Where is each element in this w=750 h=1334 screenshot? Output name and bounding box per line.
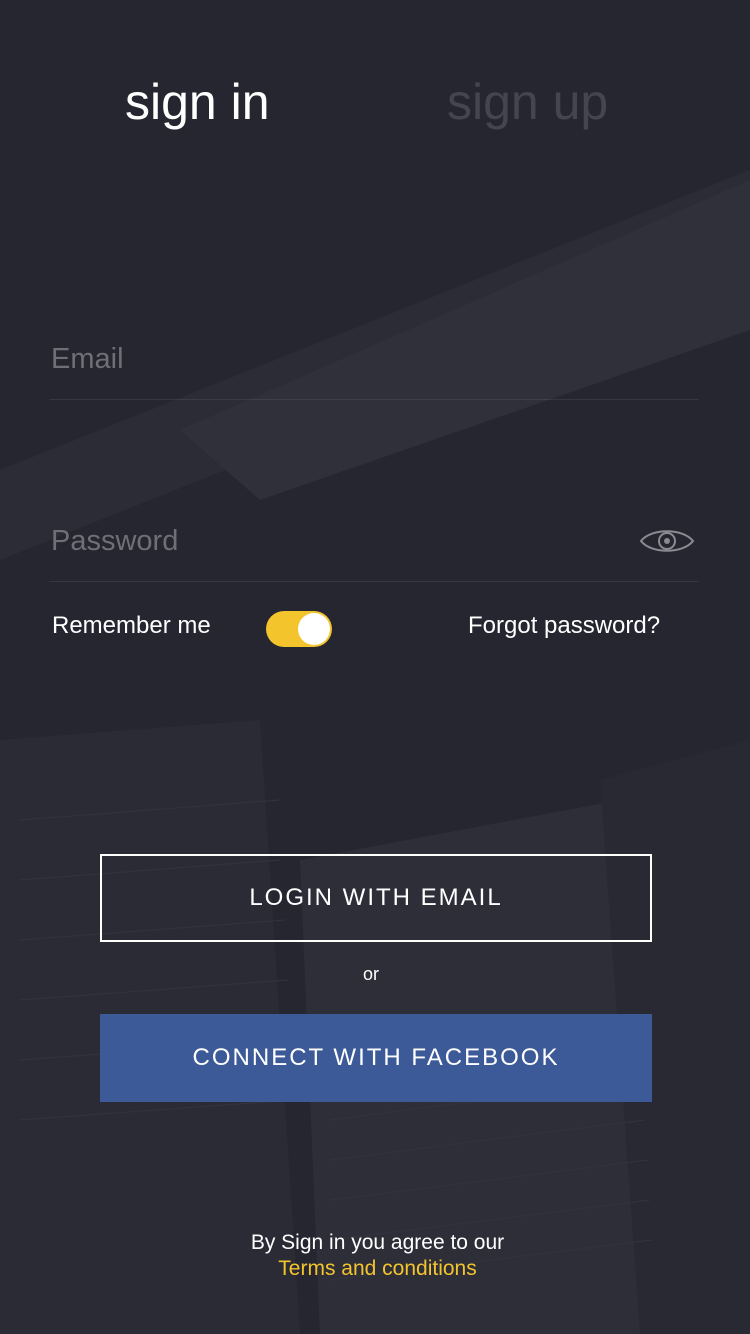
or-separator: or [363, 964, 380, 984]
login-with-email-button[interactable]: LOGIN WITH EMAIL [100, 854, 652, 942]
eye-icon[interactable] [637, 524, 697, 558]
tab-sign-up[interactable]: sign up [447, 72, 608, 132]
email-field [49, 340, 699, 400]
password-input[interactable] [51, 524, 611, 558]
remember-me-switch[interactable] [266, 611, 332, 647]
email-input[interactable] [51, 342, 611, 376]
tab-sign-in[interactable]: sign in [125, 72, 270, 132]
remember-me-label: Remember me [52, 612, 211, 639]
password-field [49, 522, 699, 582]
terms-link[interactable]: Terms and conditions [234, 1256, 521, 1282]
terms-notice: By Sign in you agree to our Terms and co… [234, 1230, 521, 1282]
terms-agree-text: By Sign in you agree to our [250, 1231, 505, 1254]
switch-knob [298, 613, 330, 645]
login-screen: sign in sign up Remember me Forgot passw… [0, 0, 750, 1334]
forgot-password-link[interactable]: Forgot password? [468, 612, 660, 640]
connect-with-facebook-button[interactable]: CONNECT WITH FACEBOOK [100, 1014, 652, 1102]
background-image [0, 0, 750, 1334]
